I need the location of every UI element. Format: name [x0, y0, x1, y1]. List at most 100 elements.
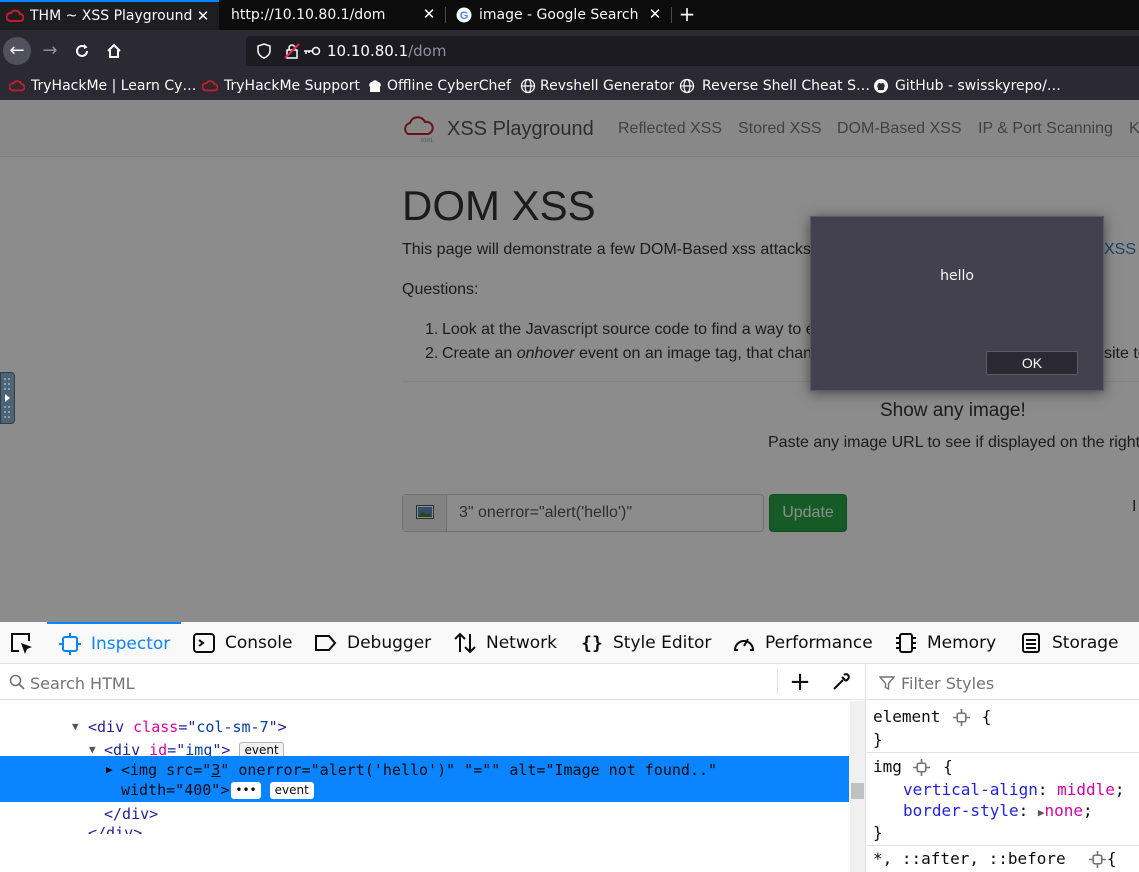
tab-label: Storage: [1052, 633, 1119, 653]
network-icon: [452, 630, 478, 656]
bookmark-label: Offline CyberChef: [387, 78, 511, 94]
url-host: 10.10.80.1: [327, 42, 409, 60]
bookmark-github[interactable]: GitHub - swisskyrepo/…: [873, 77, 1061, 95]
tab-label: Performance: [765, 633, 873, 653]
browser-tab-google-search[interactable]: G image - Google Search ✕: [446, 0, 671, 30]
browser-tab-xss-playground[interactable]: THM ~ XSS Playground ✕: [0, 0, 219, 30]
eyedropper-icon[interactable]: [831, 672, 851, 692]
bookmark-revshell-generator[interactable]: Revshell Generator: [520, 77, 674, 95]
tab-memory[interactable]: Memory: [893, 622, 996, 664]
gear-icon[interactable]: [953, 709, 970, 726]
property-name: border-style: [903, 801, 1019, 820]
rule-selector: element: [873, 707, 941, 726]
url-text: 10.10.80.1/dom: [327, 42, 446, 60]
filter-styles-input[interactable]: [901, 672, 1131, 694]
property-value: none: [1044, 801, 1084, 820]
tab-debugger[interactable]: Debugger: [313, 622, 431, 664]
attr-value: col-sm-7: [196, 718, 269, 736]
reload-icon[interactable]: [68, 37, 96, 65]
new-tab-plus-icon[interactable]: +: [676, 3, 698, 25]
bookmark-cyberchef[interactable]: Offline CyberChef: [367, 77, 511, 95]
markup-line-col-sm-7[interactable]: ▼ <div class="col-sm-7">: [0, 716, 849, 738]
expand-triangle-icon[interactable]: ▶: [106, 759, 113, 781]
shield-icon: [257, 43, 271, 59]
markup-text: ">: [268, 718, 287, 736]
bookmark-label: TryHackMe Support: [224, 78, 360, 94]
chevron-right-icon: [4, 378, 10, 418]
markup-line-close-div[interactable]: </div>: [0, 822, 849, 834]
tab-label: Network: [486, 633, 557, 653]
devtools-panel: Inspector Console Debugger Network {} St…: [0, 622, 1139, 872]
search-row: +: [0, 664, 865, 700]
expand-triangle-icon[interactable]: ▼: [72, 716, 79, 738]
forward-arrow-icon[interactable]: →: [36, 37, 64, 65]
tab-style-editor[interactable]: {} Style Editor: [579, 622, 711, 664]
browser-tab-dom[interactable]: http://10.10.80.1/dom ✕: [220, 0, 445, 30]
alert-ok-button[interactable]: OK: [986, 351, 1078, 375]
globe-icon: [520, 78, 536, 94]
property-value: middle: [1057, 780, 1115, 799]
github-icon: [874, 79, 888, 93]
element-picker-button[interactable]: [8, 622, 34, 664]
close-icon[interactable]: ✕: [195, 8, 211, 24]
tab-title: http://10.10.80.1/dom: [231, 7, 386, 23]
tryhackme-icon: [202, 80, 218, 92]
rule-element[interactable]: element {: [873, 707, 991, 726]
search-html-input[interactable]: [30, 672, 730, 694]
scrollbar-thumb[interactable]: [851, 783, 864, 799]
performance-icon: [731, 630, 757, 656]
selected-node-img[interactable]: ▶ <img src="3" onerror="alert('hello')" "…: [0, 756, 849, 802]
url-bar[interactable]: 10.10.80.1/dom: [246, 36, 1139, 66]
bookmark-tryhackme-support[interactable]: TryHackMe Support: [202, 77, 360, 95]
tryhackme-icon: [6, 9, 24, 22]
tab-label: Memory: [927, 633, 997, 653]
ellipsis-badge[interactable]: •••: [231, 782, 261, 799]
tab-network[interactable]: Network: [452, 622, 557, 664]
filter-row: [867, 664, 1139, 700]
img-attrs-rest: " onerror="alert('hello')" "="" alt="Ima…: [220, 761, 718, 779]
browser-nav-bar: ← → 10.10.80.1/dom: [0, 30, 1139, 72]
key-icon: [304, 46, 321, 56]
tab-storage[interactable]: Storage: [1018, 622, 1119, 664]
tryhackme-icon: [9, 80, 25, 92]
browser-tab-strip: THM ~ XSS Playground ✕ http://10.10.80.1…: [0, 0, 1139, 30]
bookmark-reverse-shell-cheat-sheet[interactable]: Reverse Shell Cheat S…: [679, 77, 870, 95]
gear-icon[interactable]: [1089, 851, 1106, 868]
tag-name: div: [97, 718, 125, 736]
url-path: /dom: [408, 42, 447, 60]
gear-icon[interactable]: [913, 759, 930, 776]
globe-icon: [679, 78, 695, 94]
property-name: vertical-align: [903, 780, 1038, 799]
rule-separator: [867, 845, 1139, 846]
tab-console[interactable]: Console: [191, 622, 293, 664]
tab-performance[interactable]: Performance: [731, 622, 873, 664]
back-arrow-icon[interactable]: ←: [3, 37, 31, 65]
rule-universal[interactable]: *, ::after, ::before {: [873, 849, 1117, 868]
close-icon[interactable]: ✕: [421, 6, 437, 22]
tab-inspector[interactable]: Inspector: [47, 622, 181, 664]
bookmark-tryhackme[interactable]: TryHackMe | Learn Cy…: [9, 77, 196, 95]
bookmark-label: Reverse Shell Cheat S…: [702, 78, 870, 94]
close-icon[interactable]: ✕: [647, 6, 663, 22]
css-declaration[interactable]: vertical-align: middle;: [903, 780, 1125, 799]
markup-line-img-cont: width="400"> ••• event: [0, 779, 849, 801]
tab-label: Style Editor: [613, 633, 712, 653]
filter-icon: [879, 676, 895, 691]
search-icon: [9, 674, 25, 690]
add-node-plus-icon[interactable]: +: [788, 668, 812, 696]
css-declaration[interactable]: border-style: ▶none;: [903, 801, 1093, 820]
rule-selector: *, ::after, ::before: [873, 849, 1066, 868]
css-rules-pane: element { } img { vertical-align: middle…: [867, 664, 1139, 872]
tab-separator: [671, 7, 672, 23]
toolbar-divider: [777, 670, 778, 694]
markup-scrollbar[interactable]: [850, 701, 865, 872]
attr-name: class: [133, 718, 179, 736]
element-picker-icon: [11, 633, 32, 654]
bookmark-label: GitHub - swisskyrepo/…: [895, 78, 1061, 94]
debugger-icon: [313, 630, 339, 656]
event-badge[interactable]: event: [269, 782, 314, 799]
home-icon[interactable]: [100, 37, 128, 65]
img-src-link[interactable]: 3: [211, 761, 220, 779]
rule-close-brace: }: [873, 823, 883, 842]
sidebar-toggle-handle[interactable]: [0, 372, 15, 424]
